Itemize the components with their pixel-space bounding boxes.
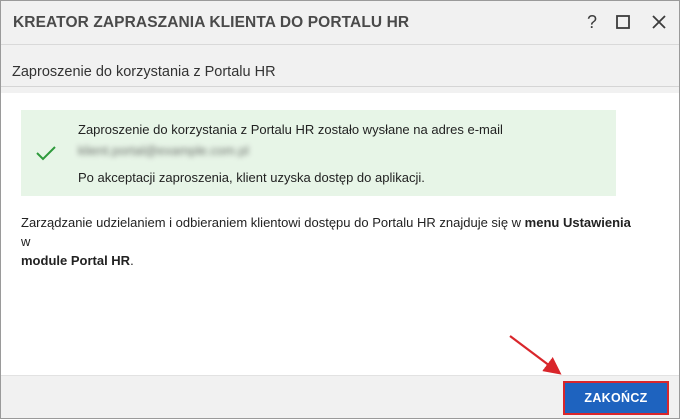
access-info-message: Po akceptacji zaproszenia, klient uzyska…: [78, 170, 425, 185]
invite-client-wizard-dialog: KREATOR ZAPRASZANIA KLIENTA DO PORTALU H…: [0, 0, 680, 419]
title-bar: KREATOR ZAPRASZANIA KLIENTA DO PORTALU H…: [1, 1, 679, 45]
maximize-icon[interactable]: [610, 9, 636, 35]
finish-button[interactable]: ZAKOŃCZ: [565, 383, 667, 413]
section-header: Zaproszenie do korzystania z Portalu HR: [1, 58, 679, 87]
access-management-info: Zarządzanie udzielaniem i odbieraniem kl…: [21, 213, 641, 270]
info-text-middle: w: [21, 234, 31, 249]
section-title: Zaproszenie do korzystania z Portalu HR: [12, 64, 276, 80]
dialog-footer: ZAKOŃCZ: [1, 375, 679, 418]
checkmark-icon: [35, 144, 57, 162]
info-menu-settings: menu Ustawienia: [524, 215, 631, 230]
help-icon[interactable]: ?: [579, 9, 605, 35]
info-module-portal: module Portal HR: [21, 253, 131, 268]
content-panel: Zaproszenie do korzystania z Portalu HR …: [1, 93, 679, 375]
close-icon[interactable]: [646, 9, 672, 35]
info-text-before: Zarządzanie udzielaniem i odbieraniem kl…: [21, 215, 525, 230]
success-message: Zaproszenie do korzystania z Portalu HR …: [78, 122, 503, 137]
info-text-after: .: [130, 253, 134, 268]
window-title: KREATOR ZAPRASZANIA KLIENTA DO PORTALU H…: [13, 14, 410, 31]
success-message-box: Zaproszenie do korzystania z Portalu HR …: [21, 110, 616, 196]
recipient-email: klient.portal@example.com.pl: [78, 143, 249, 158]
